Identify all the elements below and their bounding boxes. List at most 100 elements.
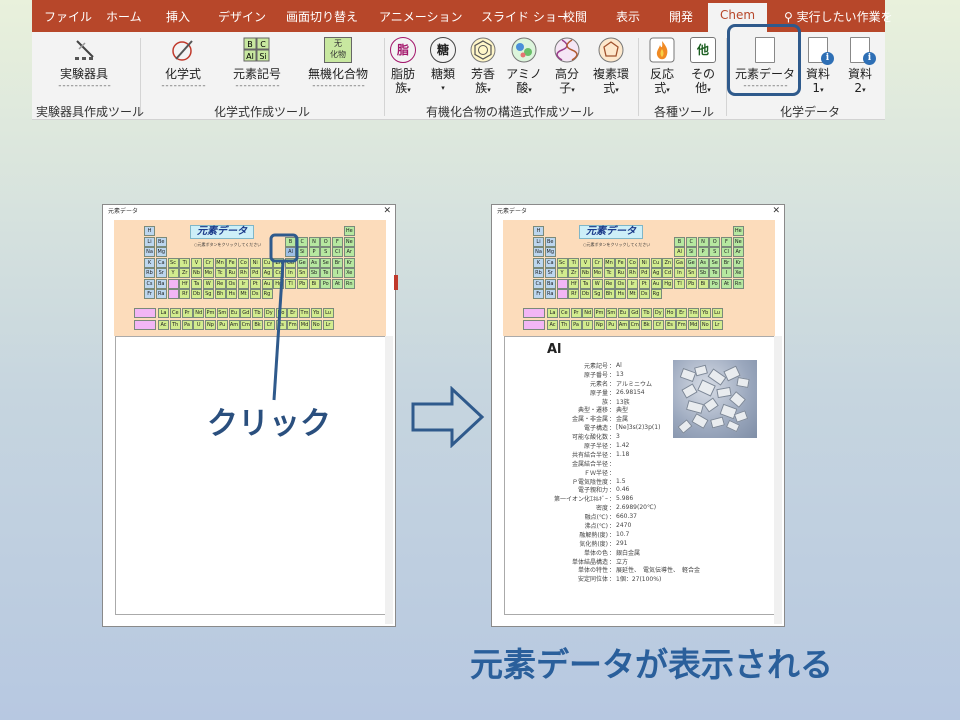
element-cell-rn[interactable]: Rn <box>732 278 744 289</box>
element-cell-pr[interactable]: Pr <box>570 308 582 318</box>
element-cell-pa[interactable]: Pa <box>570 320 582 330</box>
element-cell-be[interactable]: Be <box>544 236 556 247</box>
element-cell-es[interactable]: Es <box>664 320 676 330</box>
element-cell-cl[interactable]: Cl <box>721 247 732 257</box>
element-cell-ag[interactable]: Ag <box>650 268 662 278</box>
close-icon[interactable]: ✕ <box>772 205 780 217</box>
element-cell-cf[interactable]: Cf <box>652 320 664 330</box>
element-cell-rf[interactable]: Rf <box>568 289 580 299</box>
element-cell-tl[interactable]: Tl <box>674 278 685 289</box>
element-cell-s[interactable]: S <box>709 247 721 257</box>
element-cell-nb[interactable]: Nb <box>580 268 591 278</box>
scrollbar[interactable] <box>774 336 782 624</box>
element-cell-rg[interactable]: Rg <box>650 289 662 299</box>
element-cell-ar[interactable]: Ar <box>732 247 744 257</box>
element-cell-hg[interactable]: Hg <box>662 278 674 289</box>
element-cell-b[interactable]: B <box>674 236 685 247</box>
element-cell-np[interactable]: Np <box>594 320 605 330</box>
element-cell-po[interactable]: Po <box>709 278 721 289</box>
element-cell-ca[interactable]: Ca <box>544 257 556 268</box>
element-cell-pm[interactable]: Pm <box>594 308 605 318</box>
element-cell-cd[interactable]: Cd <box>662 268 674 278</box>
element-cell-tm[interactable]: Tm <box>688 308 699 318</box>
element-cell-at[interactable]: At <box>721 278 732 289</box>
element-cell-sn[interactable]: Sn <box>685 268 697 278</box>
element-cell-ge[interactable]: Ge <box>685 257 697 268</box>
element-cell-ba[interactable]: Ba <box>544 278 556 289</box>
element-cell-fr[interactable]: Fr <box>533 289 544 299</box>
element-cell-rh[interactable]: Rh <box>627 268 638 278</box>
element-cell-am[interactable]: Am <box>617 320 629 330</box>
element-cell-co[interactable]: Co <box>627 257 638 268</box>
element-cell-sg[interactable]: Sg <box>591 289 603 299</box>
element-cell-u[interactable]: U <box>582 320 594 330</box>
element-cell-c[interactable]: C <box>685 236 697 247</box>
element-cell-bk[interactable]: Bk <box>641 320 652 330</box>
element-cell-re[interactable]: Re <box>603 278 615 289</box>
element-cell-hs[interactable]: Hs <box>615 289 627 299</box>
element-cell-cs[interactable]: Cs <box>533 278 544 289</box>
element-cell-y[interactable]: Y <box>556 268 568 278</box>
element-cell-bi[interactable]: Bi <box>697 278 709 289</box>
element-cell-mt[interactable]: Mt <box>627 289 638 299</box>
element-cell-cr[interactable]: Cr <box>591 257 603 268</box>
element-cell-v[interactable]: V <box>580 257 591 268</box>
element-cell-cu[interactable]: Cu <box>650 257 662 268</box>
element-cell-pt[interactable]: Pt <box>638 278 650 289</box>
element-cell-te[interactable]: Te <box>709 268 721 278</box>
element-cell-as[interactable]: As <box>697 257 709 268</box>
element-cell-tb[interactable]: Tb <box>641 308 652 318</box>
element-cell-in[interactable]: In <box>674 268 685 278</box>
element-cell-he[interactable]: He <box>732 226 744 236</box>
element-cell-na[interactable]: Na <box>533 247 544 257</box>
element-cell-er[interactable]: Er <box>676 308 688 318</box>
element-cell-sb[interactable]: Sb <box>697 268 709 278</box>
element-cell-db[interactable]: Db <box>580 289 591 299</box>
element-cell-h[interactable]: H <box>533 226 544 236</box>
element-cell-pb[interactable]: Pb <box>685 278 697 289</box>
element-cell-os[interactable]: Os <box>615 278 627 289</box>
element-cell-ds[interactable]: Ds <box>638 289 650 299</box>
element-cell-sc[interactable]: Sc <box>556 257 568 268</box>
element-cell-ni[interactable]: Ni <box>638 257 650 268</box>
element-cell-ti[interactable]: Ti <box>568 257 580 268</box>
element-cell-k[interactable]: K <box>533 257 544 268</box>
element-cell-n[interactable]: N <box>697 236 709 247</box>
element-cell-nd[interactable]: Nd <box>582 308 594 318</box>
element-cell-o[interactable]: O <box>709 236 721 247</box>
element-cell-lr[interactable]: Lr <box>711 320 723 330</box>
element-cell-au[interactable]: Au <box>650 278 662 289</box>
element-cell-si[interactable]: Si <box>685 247 697 257</box>
element-cell-dy[interactable]: Dy <box>652 308 664 318</box>
element-cell-sm[interactable]: Sm <box>605 308 617 318</box>
element-cell-zn[interactable]: Zn <box>662 257 674 268</box>
element-cell-mn[interactable]: Mn <box>603 257 615 268</box>
element-cell-bh[interactable]: Bh <box>603 289 615 299</box>
element-cell-xe[interactable]: Xe <box>732 268 744 278</box>
element-cell-tc[interactable]: Tc <box>603 268 615 278</box>
element-cell-ac[interactable]: Ac <box>547 320 558 330</box>
element-cell-lu[interactable]: Lu <box>711 308 723 318</box>
element-cell-ru[interactable]: Ru <box>615 268 627 278</box>
element-cell-zr[interactable]: Zr <box>568 268 580 278</box>
element-cell-se[interactable]: Se <box>709 257 721 268</box>
element-cell-gd[interactable]: Gd <box>629 308 641 318</box>
element-cell-pd[interactable]: Pd <box>638 268 650 278</box>
element-cell-md[interactable]: Md <box>688 320 699 330</box>
element-cell-ne[interactable]: Ne <box>732 236 744 247</box>
element-cell-i[interactable]: I <box>721 268 732 278</box>
element-cell-hf[interactable]: Hf <box>568 278 580 289</box>
element-cell-ce[interactable]: Ce <box>558 308 570 318</box>
element-cell-w[interactable]: W <box>591 278 603 289</box>
element-cell-yb[interactable]: Yb <box>699 308 711 318</box>
element-cell-ho[interactable]: Ho <box>664 308 676 318</box>
element-cell-ta[interactable]: Ta <box>580 278 591 289</box>
element-cell-li[interactable]: Li <box>533 236 544 247</box>
element-cell-br[interactable]: Br <box>721 257 732 268</box>
element-cell-ga[interactable]: Ga <box>674 257 685 268</box>
element-cell-pu[interactable]: Pu <box>605 320 617 330</box>
element-cell-al[interactable]: Al <box>674 247 685 257</box>
element-cell-ir[interactable]: Ir <box>627 278 638 289</box>
element-cell-no[interactable]: No <box>699 320 711 330</box>
element-cell-th[interactable]: Th <box>558 320 570 330</box>
